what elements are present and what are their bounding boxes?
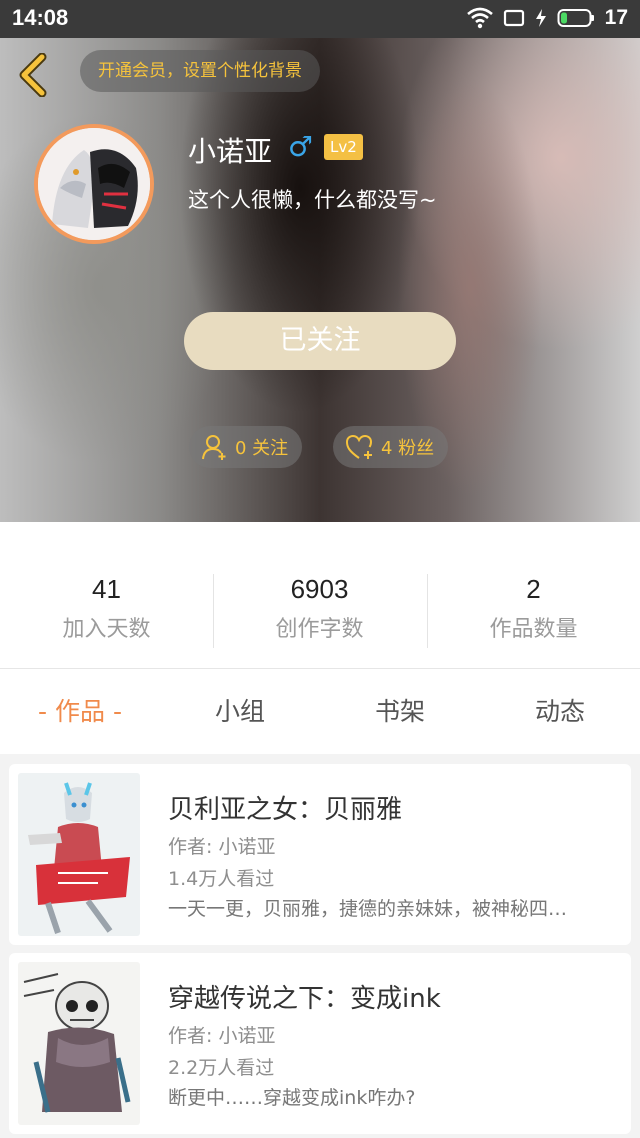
heart-add-icon bbox=[345, 434, 373, 459]
charging-icon bbox=[535, 9, 546, 27]
gender-male-icon: ♂ bbox=[288, 130, 314, 163]
stat-value: 2 bbox=[526, 574, 541, 604]
stat-value: 6903 bbox=[290, 574, 349, 604]
wifi-icon bbox=[466, 7, 493, 29]
work-card[interactable]: 穿越传说之下：变成ink 作者: 小诺亚 2.2万人看过 断更中……穿越变成in… bbox=[9, 953, 631, 1134]
stat-join-days: 41 加入天数 bbox=[0, 574, 213, 643]
stat-label: 加入天数 bbox=[62, 617, 151, 642]
work-card[interactable]: 贝利亚之女：贝丽雅 作者: 小诺亚 1.4万人看过 一天一更，贝丽雅，捷德的亲妹… bbox=[9, 764, 631, 945]
profile-header: 开通会员，设置个性化背景 小诺亚 ♂ Lv2 这个人很懒，什么都没写~ 已关注 … bbox=[0, 38, 640, 522]
stat-label: 创作字数 bbox=[275, 617, 364, 642]
fans-count: 4 粉丝 bbox=[381, 438, 435, 459]
following-count: 0 关注 bbox=[235, 438, 289, 459]
work-description: 断更中……穿越变成ink咋办? bbox=[168, 1087, 416, 1109]
back-button[interactable] bbox=[14, 52, 54, 98]
tab-activity[interactable]: 动态 bbox=[480, 669, 640, 755]
tab-bookshelf[interactable]: 书架 bbox=[320, 669, 480, 755]
stat-word-count: 6903 创作字数 bbox=[213, 574, 426, 643]
work-cover-image bbox=[18, 773, 140, 936]
level-badge: Lv2 bbox=[324, 134, 363, 160]
user-bio: 这个人很懒，什么都没写~ bbox=[188, 188, 437, 212]
tab-groups[interactable]: 小组 bbox=[160, 669, 320, 755]
work-title: 穿越传说之下：变成ink bbox=[168, 984, 441, 1014]
works-list: 贝利亚之女：贝丽雅 作者: 小诺亚 1.4万人看过 一天一更，贝丽雅，捷德的亲妹… bbox=[0, 754, 640, 1138]
battery-icon bbox=[557, 9, 594, 27]
screen-icon bbox=[503, 9, 524, 27]
work-author: 作者: 小诺亚 bbox=[168, 836, 276, 858]
user-add-icon bbox=[202, 435, 226, 460]
work-views: 1.4万人看过 bbox=[168, 868, 275, 890]
username: 小诺亚 bbox=[188, 135, 273, 168]
profile-tabs: - 作品 - 小组 书架 动态 bbox=[0, 668, 640, 754]
chevron-left-icon bbox=[19, 52, 47, 98]
follow-button[interactable]: 已关注 bbox=[184, 312, 456, 370]
work-description: 一天一更，贝丽雅，捷德的亲妹妹，被神秘四… bbox=[168, 898, 568, 920]
following-button[interactable]: 0 关注 bbox=[189, 426, 303, 468]
status-icons: 17 bbox=[466, 6, 628, 30]
work-author: 作者: 小诺亚 bbox=[168, 1025, 276, 1047]
avatar[interactable] bbox=[34, 124, 154, 244]
vip-background-prompt[interactable]: 开通会员，设置个性化背景 bbox=[80, 50, 320, 92]
stats-row: 41 加入天数 6903 创作字数 2 作品数量 bbox=[0, 522, 640, 668]
fans-button[interactable]: 4 粉丝 bbox=[333, 426, 449, 468]
stat-label: 作品数量 bbox=[489, 617, 578, 642]
stat-value: 41 bbox=[92, 574, 121, 604]
work-views: 2.2万人看过 bbox=[168, 1057, 275, 1079]
stat-works-count: 2 作品数量 bbox=[427, 574, 640, 643]
tab-works[interactable]: - 作品 - bbox=[0, 669, 160, 755]
status-time: 14:08 bbox=[12, 5, 69, 30]
battery-level: 17 bbox=[604, 6, 628, 29]
work-cover-image bbox=[18, 962, 140, 1125]
status-bar: 14:08 17 bbox=[0, 0, 640, 38]
work-title: 贝利亚之女：贝丽雅 bbox=[168, 795, 403, 825]
avatar-image bbox=[38, 128, 150, 240]
